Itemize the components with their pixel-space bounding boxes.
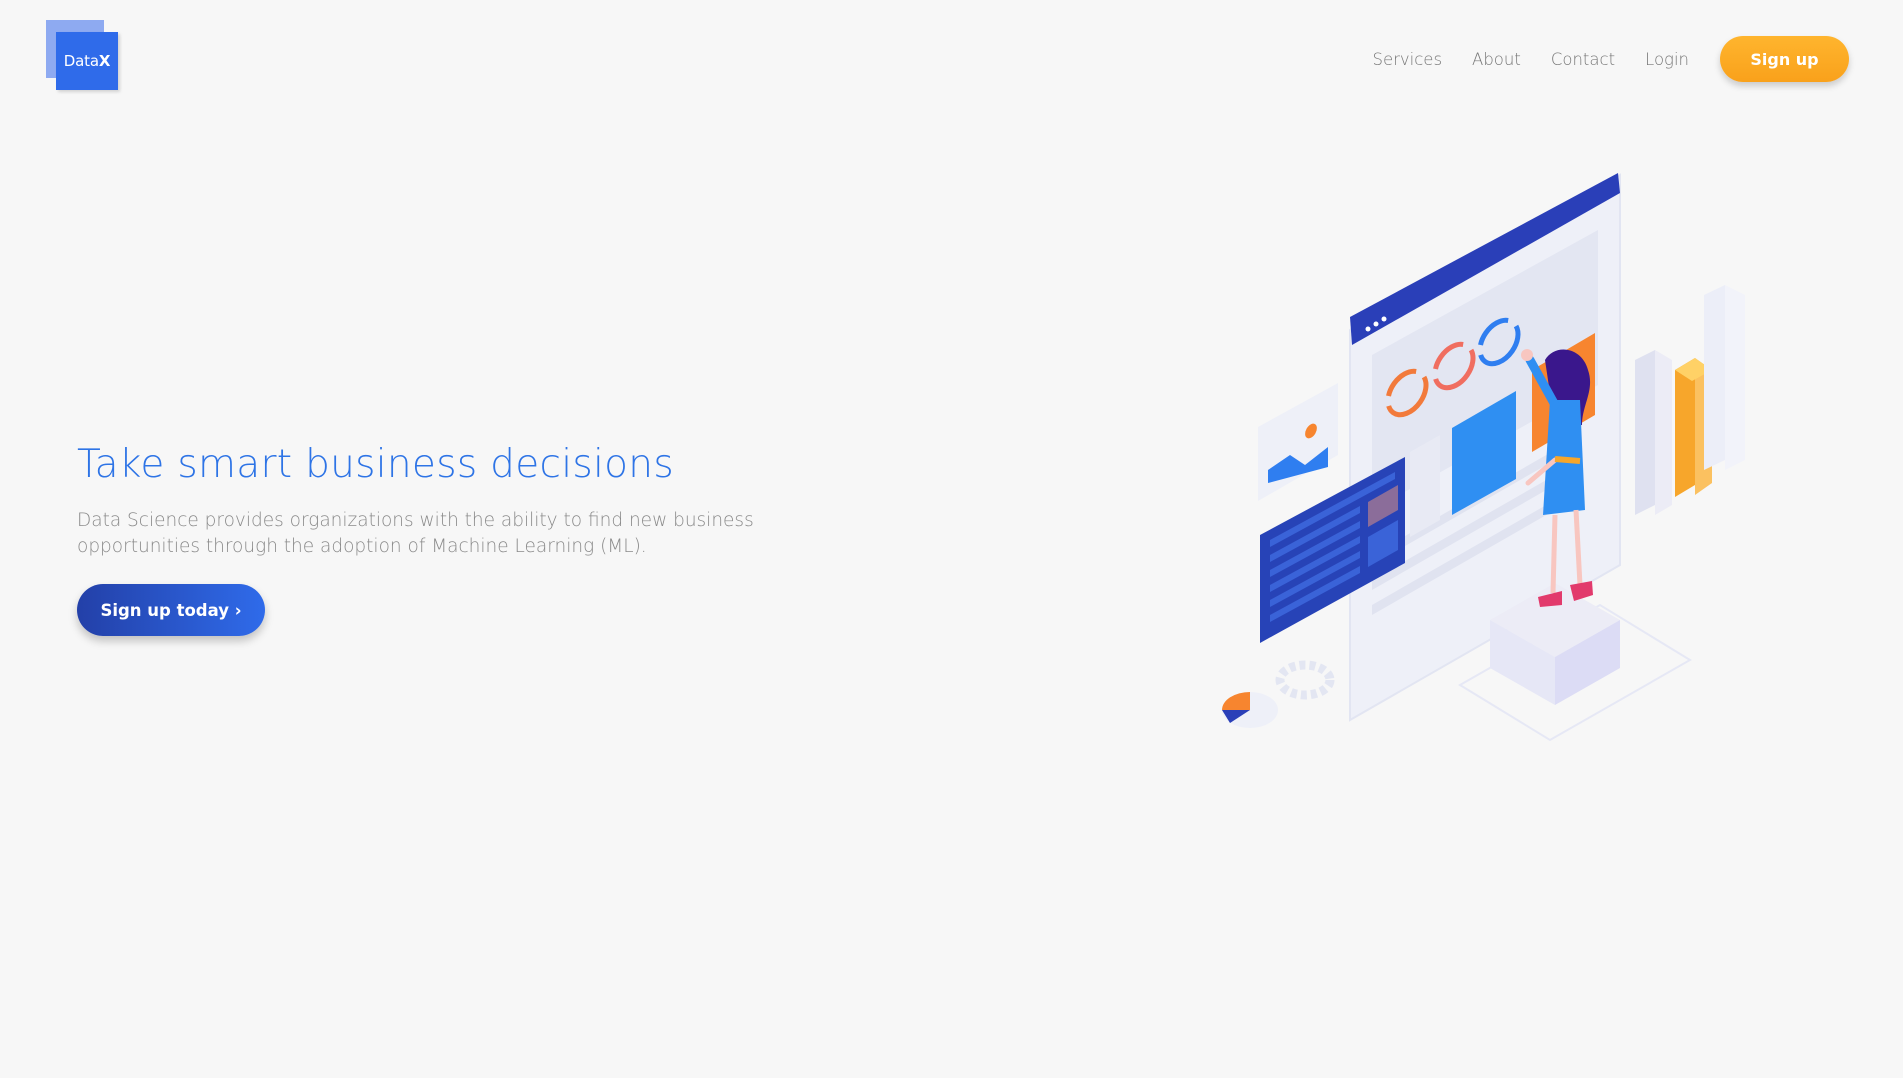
logo-front-square: Data X (56, 32, 118, 90)
signup-today-button[interactable]: Sign up today › (77, 584, 265, 636)
landing-page: Data X Services About Contact Login Sign … (0, 0, 1903, 1078)
bar-chart-illustration (1635, 285, 1745, 515)
datax-logo[interactable]: Data X (46, 20, 120, 92)
hero-title: Take smart business decisions (77, 442, 674, 487)
top-navigation: Services About Contact Login Sign up (1372, 36, 1849, 82)
data-analytics-illustration (1222, 173, 1745, 742)
signup-button[interactable]: Sign up (1720, 36, 1849, 82)
hero-section: Take smart business decisions Data Scien… (77, 440, 837, 636)
pie-chart-icon (1222, 692, 1278, 728)
logo-text-bold: X (98, 52, 111, 70)
nav-link-about[interactable]: About (1472, 50, 1521, 69)
image-card-icon (1258, 383, 1338, 501)
hero-description: Data Science provides organizations with… (77, 510, 754, 557)
nav-link-services[interactable]: Services (1372, 50, 1442, 69)
nav-link-contact[interactable]: Contact (1551, 50, 1615, 69)
nav-link-login[interactable]: Login (1645, 50, 1689, 69)
gear-icon (1275, 660, 1335, 700)
logo-text-plain: Data (63, 52, 99, 70)
